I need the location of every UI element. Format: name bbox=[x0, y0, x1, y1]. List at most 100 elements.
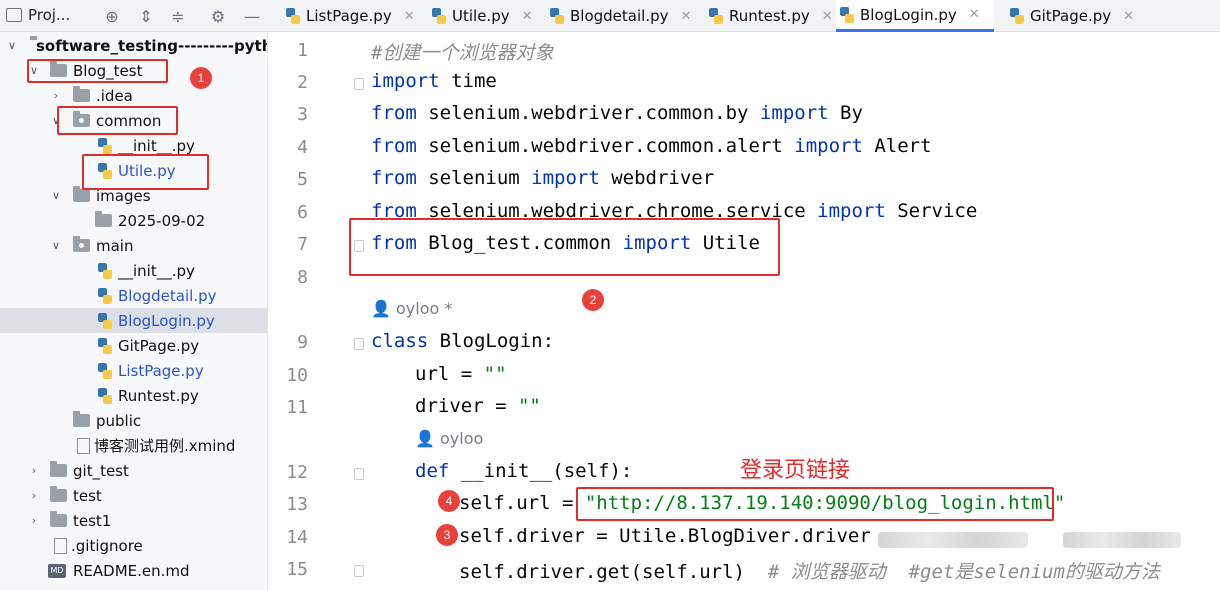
collapse-all-icon[interactable]: ≑ bbox=[167, 5, 189, 27]
folder-icon bbox=[73, 411, 90, 427]
annotation-box bbox=[349, 218, 780, 276]
line-number: 7 bbox=[297, 234, 308, 255]
fold-marker-icon[interactable] bbox=[354, 468, 364, 480]
tree-item-main[interactable]: ∨ main bbox=[0, 233, 267, 258]
tab-gitpage[interactable]: GitPage.py ✕ bbox=[1006, 0, 1134, 32]
line-number: 15 bbox=[286, 559, 308, 580]
minimize-icon[interactable]: — bbox=[241, 5, 263, 27]
gitignore-file-icon bbox=[54, 537, 67, 554]
code-line-15: self.driver.get(self.url) # 浏览器驱动 #get是s… bbox=[459, 561, 1160, 583]
folder-icon bbox=[50, 486, 67, 502]
expand-all-icon[interactable]: ⇕ bbox=[135, 5, 157, 27]
python-file-icon bbox=[98, 262, 112, 279]
crosshair-icon[interactable]: ⊕ bbox=[101, 5, 123, 27]
close-icon[interactable]: ✕ bbox=[522, 9, 533, 24]
close-icon[interactable]: ✕ bbox=[680, 9, 691, 24]
chevron-right-icon[interactable]: › bbox=[28, 464, 40, 477]
folder-icon bbox=[50, 511, 67, 527]
tree-item-git-test[interactable]: › git_test bbox=[0, 458, 267, 483]
folder-icon bbox=[95, 211, 112, 227]
tree-item-readme[interactable]: MD README.en.md bbox=[0, 558, 267, 583]
tree-label: __init__.py bbox=[118, 136, 195, 155]
tree-item-idea[interactable]: › .idea bbox=[0, 83, 267, 108]
tree-label: 博客测试用例.xmind bbox=[94, 437, 236, 455]
fold-marker-icon[interactable] bbox=[354, 338, 364, 350]
tree-item-runtest[interactable]: Runtest.py bbox=[0, 383, 267, 408]
line-number: 14 bbox=[286, 527, 308, 548]
line-number: 3 bbox=[297, 104, 308, 125]
folder-icon bbox=[73, 86, 90, 102]
redacted-blur bbox=[878, 532, 1028, 548]
python-file-icon bbox=[98, 312, 112, 329]
gear-icon[interactable]: ⚙ bbox=[207, 5, 229, 27]
user-icon: 👤 bbox=[371, 299, 391, 318]
python-file-icon bbox=[98, 137, 112, 154]
python-file-icon bbox=[98, 387, 112, 404]
tree-item-main-init[interactable]: __init__.py bbox=[0, 258, 267, 283]
fold-marker-icon[interactable] bbox=[354, 565, 364, 577]
tree-label: .idea bbox=[96, 86, 133, 105]
line-number: 6 bbox=[297, 202, 308, 223]
code-line-12: def __init__(self): bbox=[415, 460, 633, 482]
tree-root[interactable]: ∨ software_testing---------pyth bbox=[0, 33, 267, 58]
tab-bloglogin[interactable]: BlogLogin.py ✕ bbox=[836, 0, 994, 32]
annotation-badge: 1 bbox=[190, 67, 212, 89]
chevron-right-icon[interactable]: › bbox=[28, 489, 40, 502]
tab-utile[interactable]: Utile.py ✕ bbox=[428, 0, 533, 32]
tree-item-test1[interactable]: › test1 bbox=[0, 508, 267, 533]
close-icon[interactable]: ✕ bbox=[969, 7, 980, 22]
annotation-box bbox=[27, 59, 168, 83]
tree-item-blogdetail[interactable]: Blogdetail.py bbox=[0, 283, 267, 308]
code-line-11: driver = "" bbox=[415, 395, 541, 417]
code-line-1: #创建一个浏览器对象 bbox=[371, 42, 554, 64]
tree-label: __init__.py bbox=[118, 261, 195, 280]
tree-label: public bbox=[96, 411, 142, 430]
close-icon[interactable]: ✕ bbox=[1123, 9, 1134, 24]
tab-label: BlogLogin.py bbox=[860, 5, 957, 24]
code-line-14: self.driver = Utile.BlogDiver.driver bbox=[459, 525, 871, 547]
tree-label: README.en.md bbox=[73, 561, 190, 580]
tab-blogdetail[interactable]: Blogdetail.py ✕ bbox=[546, 0, 691, 32]
close-icon[interactable]: ✕ bbox=[822, 9, 833, 24]
tree-label: .gitignore bbox=[71, 536, 143, 555]
tree-label: git_test bbox=[73, 461, 129, 480]
chevron-down-icon[interactable]: ∨ bbox=[50, 239, 62, 252]
xmind-file-icon bbox=[77, 437, 90, 454]
tree-item-date-folder[interactable]: 2025-09-02 bbox=[0, 208, 267, 233]
chevron-down-icon[interactable]: ∨ bbox=[6, 39, 18, 52]
project-label: Proj... bbox=[28, 6, 71, 24]
python-file-icon bbox=[286, 8, 300, 24]
python-file-icon bbox=[432, 8, 446, 24]
tree-item-public[interactable]: public bbox=[0, 408, 267, 433]
markdown-file-icon: MD bbox=[48, 563, 66, 578]
fold-marker-icon[interactable] bbox=[354, 78, 364, 90]
tree-item-bloglogin[interactable]: BlogLogin.py bbox=[0, 308, 267, 333]
code-line-4: from selenium.webdriver.common.alert imp… bbox=[371, 135, 932, 157]
tree-item-test[interactable]: › test bbox=[0, 483, 267, 508]
python-file-icon bbox=[98, 287, 112, 304]
tree-label: test1 bbox=[73, 511, 112, 530]
tree-item-listpage[interactable]: ListPage.py bbox=[0, 358, 267, 383]
author-hint: 👤 oyloo bbox=[415, 429, 484, 448]
python-file-icon bbox=[1010, 8, 1024, 24]
annotation-box bbox=[82, 154, 209, 190]
tree-item-gitpage[interactable]: GitPage.py bbox=[0, 333, 267, 358]
tab-runtest[interactable]: Runtest.py ✕ bbox=[705, 0, 833, 32]
user-icon: 👤 bbox=[415, 429, 435, 448]
chevron-down-icon[interactable]: ∨ bbox=[50, 189, 62, 202]
project-view-selector[interactable]: Proj... bbox=[6, 6, 70, 24]
code-line-9: class BlogLogin: bbox=[371, 330, 555, 352]
folder-icon bbox=[73, 186, 90, 202]
line-number: 5 bbox=[297, 169, 308, 190]
tree-item-xmind[interactable]: 博客测试用例.xmind bbox=[0, 433, 267, 458]
code-line-10: url = "" bbox=[415, 363, 507, 385]
tab-label: GitPage.py bbox=[1030, 7, 1112, 25]
tree-item-gitignore[interactable]: .gitignore bbox=[0, 533, 267, 558]
code-line-2: import time bbox=[371, 70, 497, 92]
tab-listpage[interactable]: ListPage.py ✕ bbox=[282, 0, 415, 32]
code-line-5: from selenium import webdriver bbox=[371, 167, 715, 189]
annotation-caption: 登录页链接 bbox=[740, 458, 851, 483]
chevron-right-icon[interactable]: › bbox=[50, 89, 62, 102]
close-icon[interactable]: ✕ bbox=[404, 9, 415, 24]
chevron-right-icon[interactable]: › bbox=[28, 514, 40, 527]
